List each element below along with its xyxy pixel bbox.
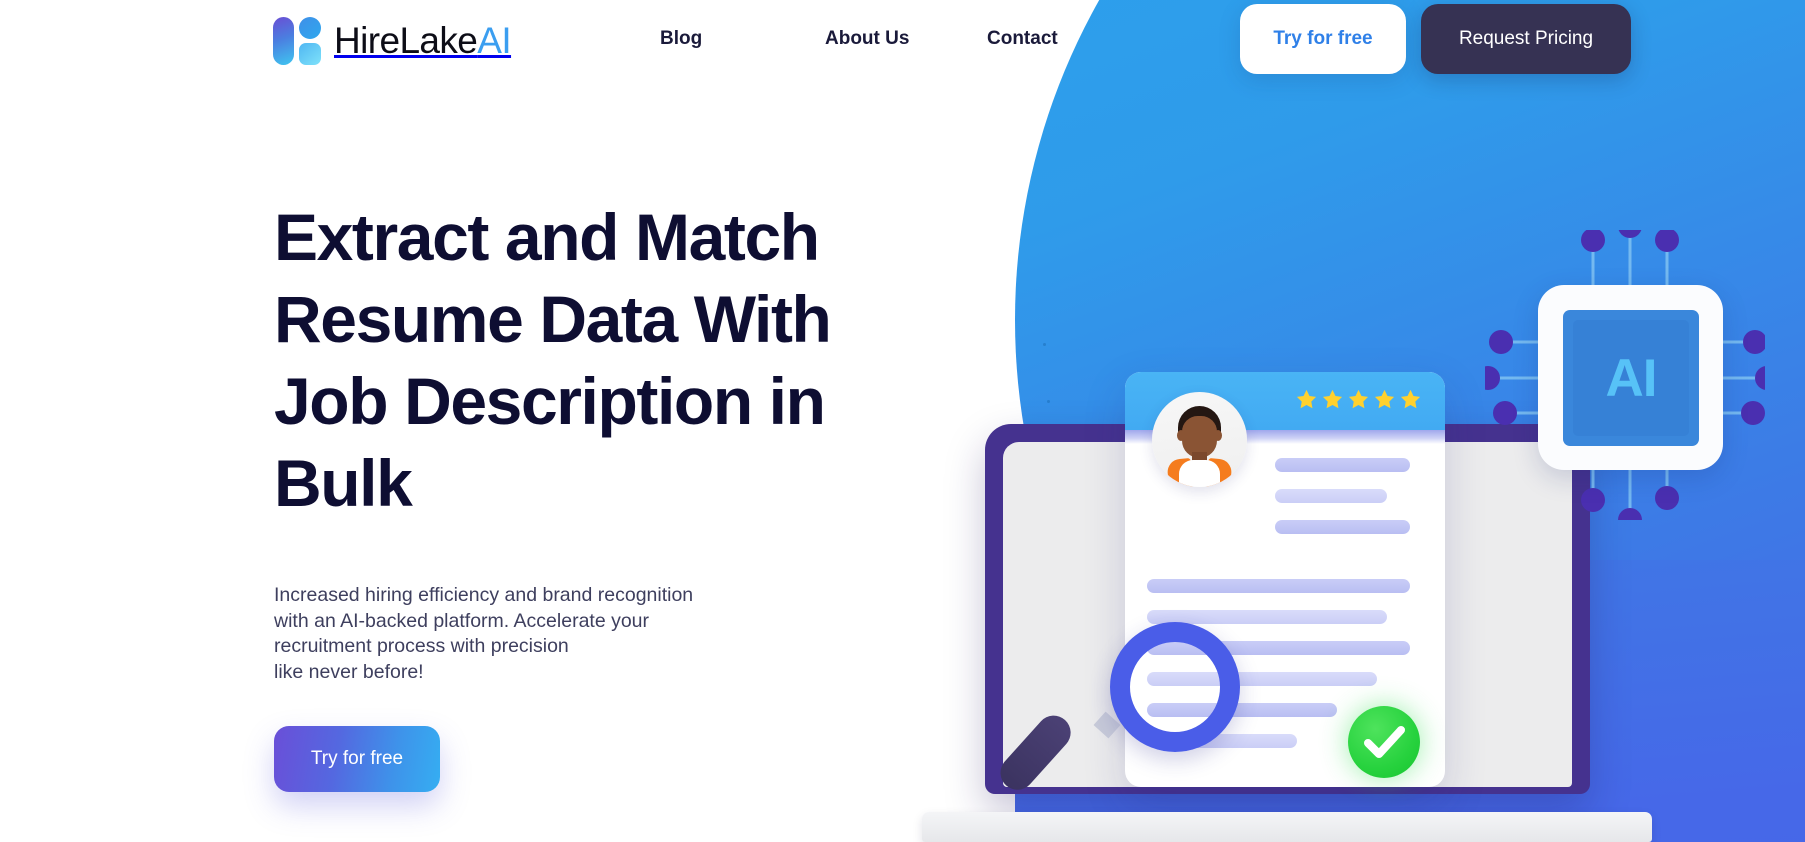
brand-name: HireLakeAI [334,20,512,62]
logo-bar-shape [273,17,294,65]
main-navigation: Blog About Us Contact [660,28,1127,50]
nav-item-about-us[interactable]: About Us [825,28,987,50]
hero-section: Extract and Match Resume Data With Job D… [274,196,914,792]
header-try-for-free-button[interactable]: Try for free [1240,4,1406,74]
background-lower-gradient [1015,560,1805,842]
nav-item-blog[interactable]: Blog [660,28,825,50]
background-speck-icon [1047,400,1050,403]
brand-name-accent: AI [477,20,512,61]
request-pricing-button[interactable]: Request Pricing [1421,4,1631,74]
nav-item-contact[interactable]: Contact [987,28,1127,50]
site-header: HireLakeAI Blog About Us Contact Try for… [0,0,1805,80]
brand-name-primary: HireLake [334,20,478,61]
hero-try-for-free-button[interactable]: Try for free [274,725,440,792]
hirelake-logo-icon [273,16,321,66]
hero-subtitle: Increased hiring efficiency and brand re… [274,584,694,684]
background-speck-icon [1043,343,1046,346]
landing-page: AI HireLakeAI Blog About Us Contact Try … [0,0,1805,842]
logo-circle-shape [299,17,321,39]
logo-square-shape [299,43,321,65]
brand-logo[interactable]: HireLakeAI [273,16,512,66]
page-title: Extract and Match Resume Data With Job D… [274,200,832,520]
